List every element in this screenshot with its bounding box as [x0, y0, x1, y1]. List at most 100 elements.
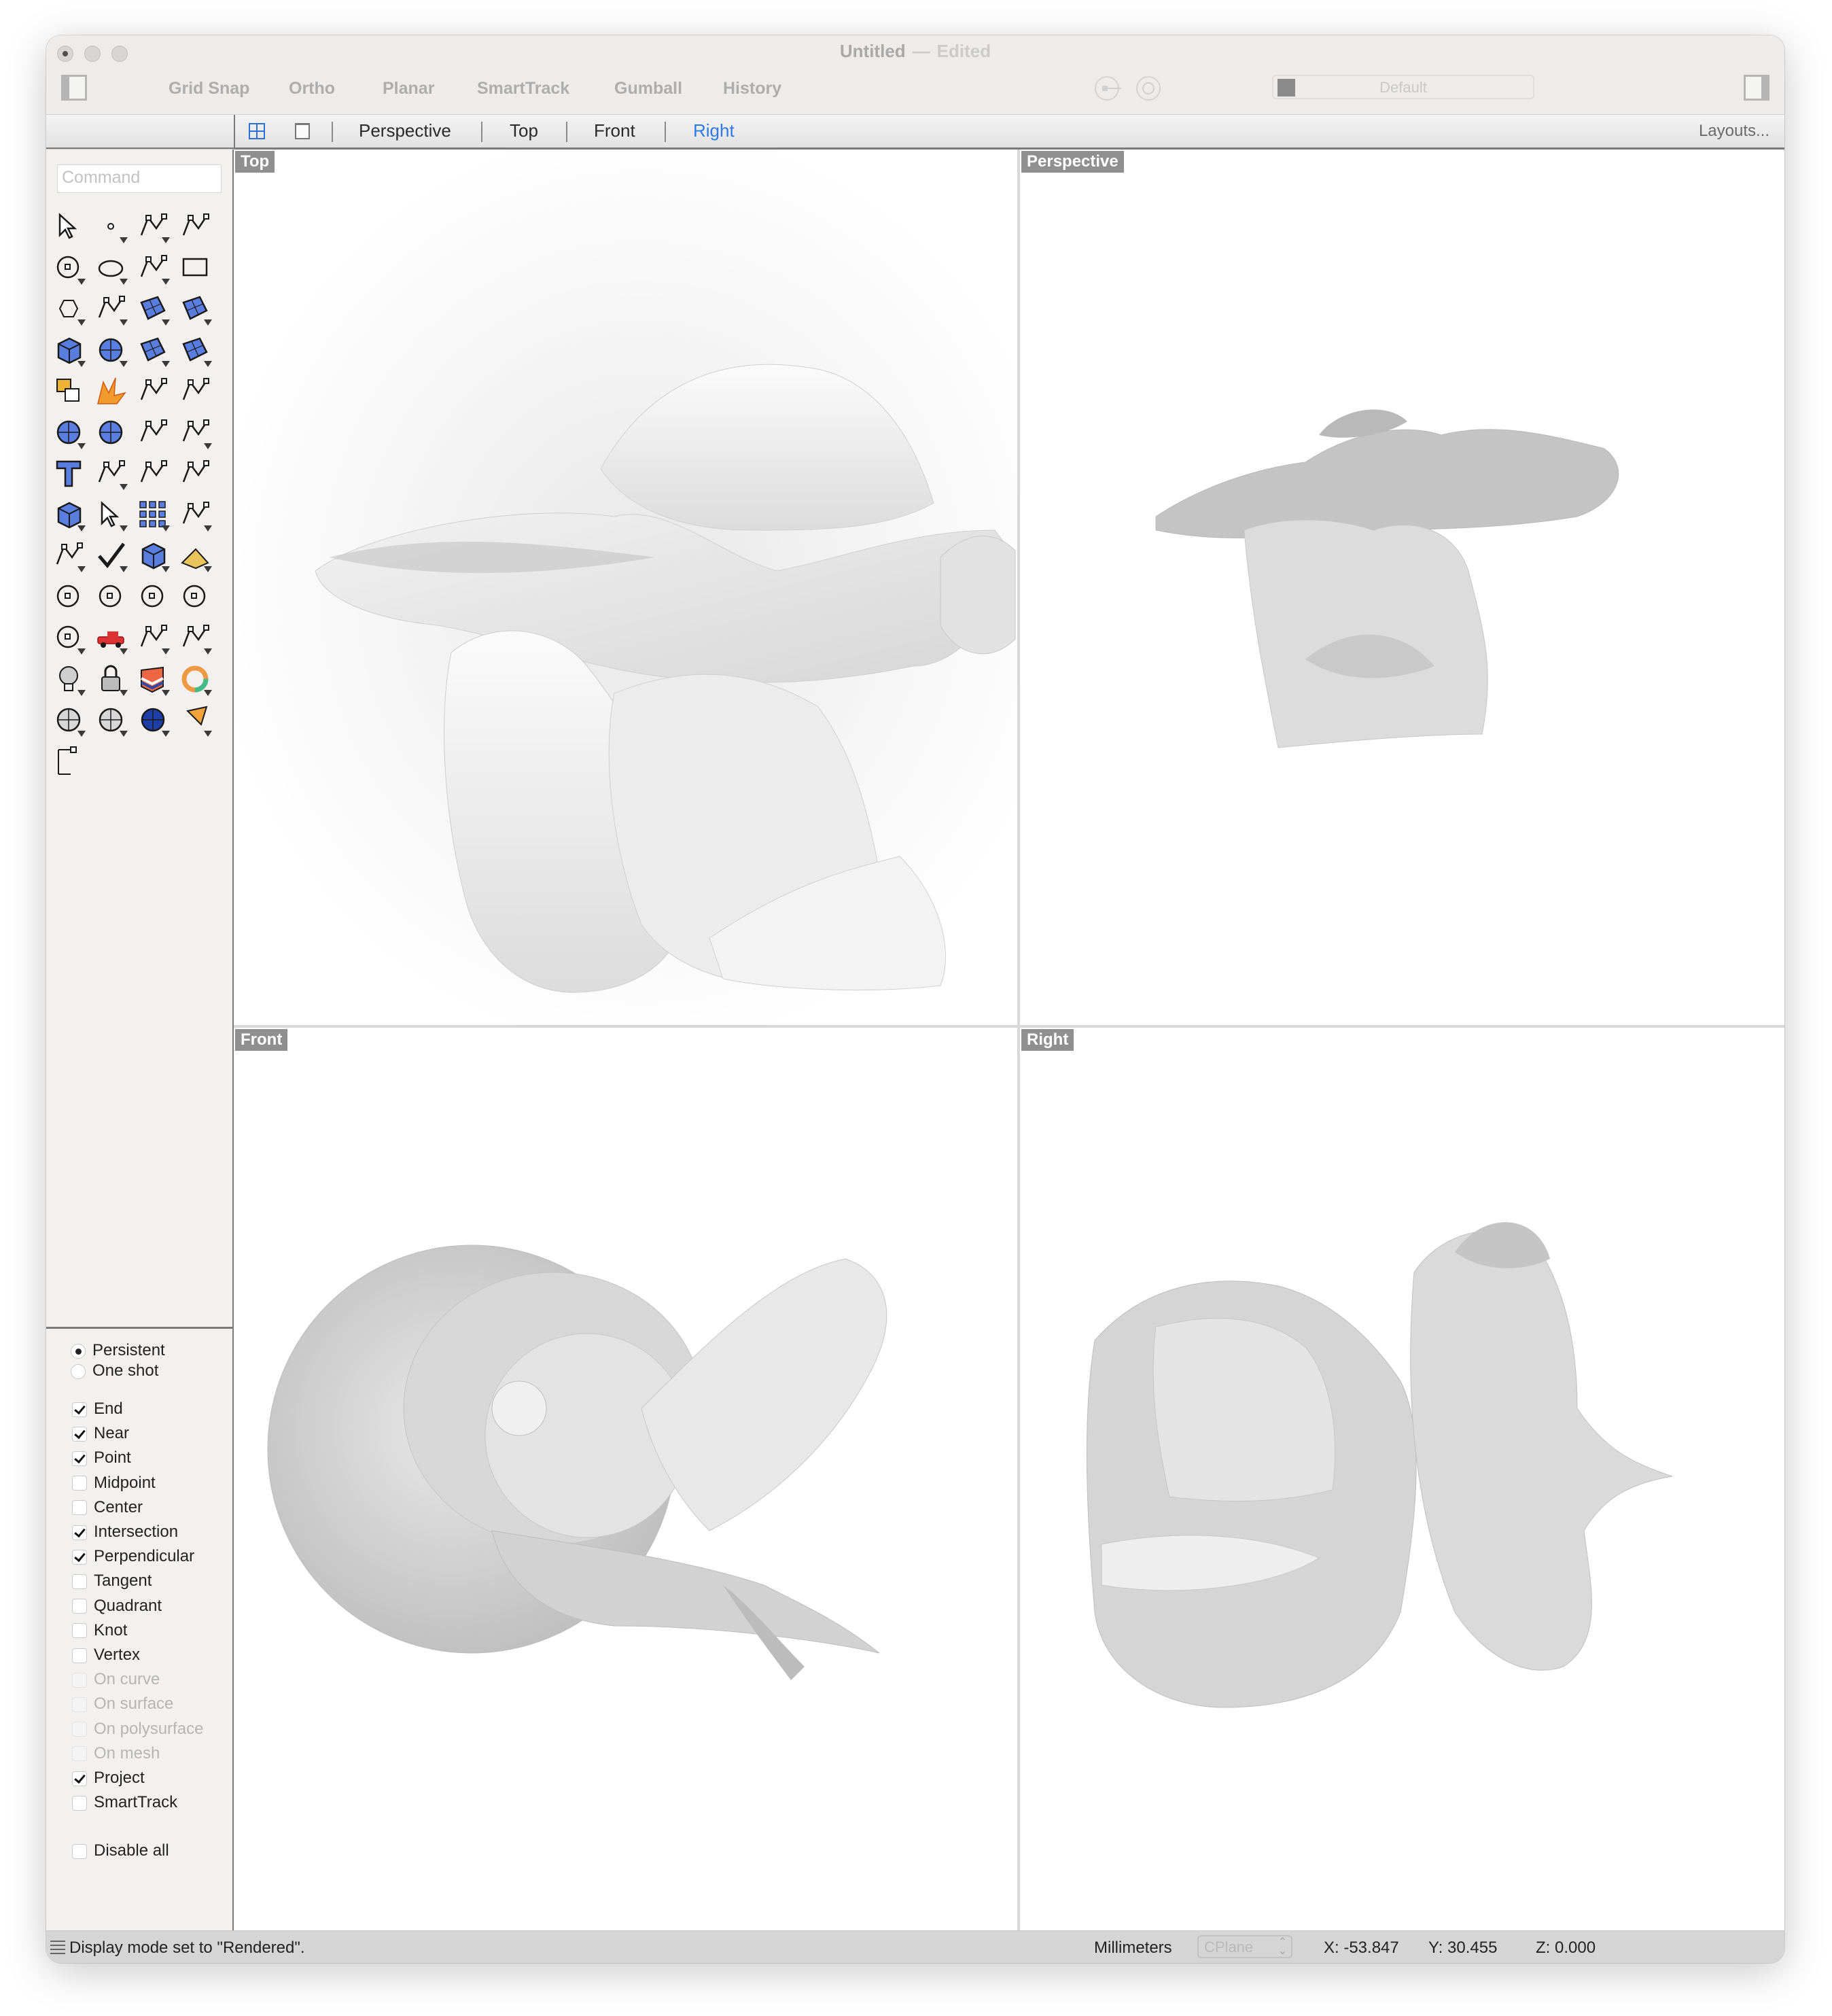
flyout-triangle-icon[interactable]: [120, 525, 128, 532]
cylinder-tube-tool-button[interactable]: [135, 332, 171, 368]
flyout-triangle-icon[interactable]: [204, 360, 212, 367]
osnap-point-checkbox[interactable]: Point: [72, 1448, 131, 1467]
flyout-triangle-icon[interactable]: [77, 442, 86, 449]
spotlight-cone-tool-button[interactable]: [177, 701, 213, 738]
text-tool-button[interactable]: [50, 455, 87, 491]
osnap-intersection-checkbox[interactable]: Intersection: [72, 1523, 178, 1542]
lock-tool-button[interactable]: [92, 661, 129, 697]
polygon-tool-button[interactable]: [50, 290, 87, 327]
flyout-triangle-icon[interactable]: [204, 566, 212, 572]
solid-cap-tool-button[interactable]: [50, 496, 87, 533]
right-sidebar-toggle-icon[interactable]: [1744, 75, 1769, 101]
circle-tool-button[interactable]: [50, 249, 87, 286]
cplane-grid-tool-button[interactable]: [135, 619, 171, 656]
grid-snap-toggle[interactable]: Grid Snap: [169, 79, 249, 99]
flyout-triangle-icon[interactable]: [162, 525, 170, 532]
gumball-toggle[interactable]: Gumball: [614, 79, 682, 99]
viewport-front[interactable]: Front: [234, 1028, 1017, 1930]
flyout-triangle-icon[interactable]: [162, 319, 170, 326]
flyout-triangle-icon[interactable]: [120, 566, 128, 572]
osnap-one-shot-radio[interactable]: One shot: [71, 1361, 158, 1380]
shaded-sphere-tool-button[interactable]: [50, 701, 87, 738]
flyout-triangle-icon[interactable]: [120, 319, 128, 326]
zoom-selected-tool-button[interactable]: [177, 578, 213, 615]
primitives-tool-button[interactable]: [135, 537, 171, 574]
tab-front[interactable]: Front: [594, 120, 635, 141]
rebuild-curve-tool-button[interactable]: [135, 414, 171, 451]
flyout-triangle-icon[interactable]: [162, 566, 170, 572]
group-tool-button[interactable]: [92, 414, 129, 451]
trim-tool-button[interactable]: [135, 372, 171, 409]
layouts-button[interactable]: Layouts...: [1699, 122, 1769, 141]
osnap-near-checkbox[interactable]: Near: [72, 1424, 129, 1443]
smarttrack-toggle[interactable]: SmartTrack: [477, 79, 569, 99]
osnap-vertex-checkbox[interactable]: Vertex: [72, 1646, 140, 1665]
four-viewport-layout-icon[interactable]: [249, 123, 265, 139]
array-tool-button[interactable]: [135, 496, 171, 533]
flyout-triangle-icon[interactable]: [120, 360, 128, 367]
flyout-triangle-icon[interactable]: [162, 360, 170, 367]
flyout-triangle-icon[interactable]: [204, 442, 212, 449]
zoom-window-tool-button[interactable]: [92, 578, 129, 615]
flyout-triangle-icon[interactable]: [162, 731, 170, 737]
flyout-triangle-icon[interactable]: [77, 689, 86, 696]
polyline-tool-button[interactable]: [135, 208, 171, 245]
split-tool-button[interactable]: [177, 372, 213, 409]
select-arrow-tool-button[interactable]: [50, 208, 87, 245]
osnap-quadrant-checkbox[interactable]: Quadrant: [72, 1597, 162, 1616]
rotate-tool-button[interactable]: [177, 455, 213, 491]
viewport-perspective[interactable]: Perspective: [1020, 150, 1784, 1025]
flyout-triangle-icon[interactable]: [204, 319, 212, 326]
zoom-extents-tool-button[interactable]: [135, 578, 171, 615]
tab-top[interactable]: Top: [510, 120, 538, 141]
ortho-toggle[interactable]: Ortho: [289, 79, 335, 99]
tab-right[interactable]: Right: [693, 120, 735, 141]
mesh-surface-tool-button[interactable]: [177, 332, 213, 368]
flyout-triangle-icon[interactable]: [120, 237, 128, 243]
layer-selector[interactable]: Default: [1272, 75, 1534, 99]
light-bulb-tool-button[interactable]: [50, 661, 87, 697]
surface-extrude-tool-button[interactable]: [177, 290, 213, 327]
surface-corners-tool-button[interactable]: [135, 290, 171, 327]
osnap-smarttrack-checkbox[interactable]: SmartTrack: [72, 1793, 177, 1812]
flyout-triangle-icon[interactable]: [77, 648, 86, 655]
dimension-tool-button[interactable]: [50, 743, 87, 780]
osnap-perpendicular-checkbox[interactable]: Perpendicular: [72, 1547, 194, 1566]
move-tool-button[interactable]: [92, 455, 129, 491]
flyout-triangle-icon[interactable]: [120, 731, 128, 737]
flyout-triangle-icon[interactable]: [204, 648, 212, 655]
command-input[interactable]: Command: [57, 164, 222, 193]
layer-stack-tool-button[interactable]: [135, 661, 171, 697]
viewport-label-perspective[interactable]: Perspective: [1021, 151, 1124, 173]
cplane-selector[interactable]: CPlane ⌃ ⌄: [1197, 1935, 1292, 1958]
record-history-icon[interactable]: [1095, 76, 1121, 101]
copy-tool-button[interactable]: [135, 455, 171, 491]
flyout-triangle-icon[interactable]: [162, 689, 170, 696]
osnap-project-checkbox[interactable]: Project: [72, 1769, 145, 1788]
flyout-triangle-icon[interactable]: [204, 731, 212, 737]
history-toggle[interactable]: History: [723, 79, 781, 99]
analyze-pyramid-tool-button[interactable]: [177, 537, 213, 574]
single-viewport-layout-icon[interactable]: [295, 123, 310, 139]
osnap-persistent-radio[interactable]: Persistent: [71, 1341, 165, 1360]
car-walkabout-tool-button[interactable]: [92, 619, 129, 656]
flyout-triangle-icon[interactable]: [77, 566, 86, 572]
command-history-menu-icon[interactable]: [50, 1941, 65, 1954]
flyout-triangle-icon[interactable]: [162, 648, 170, 655]
rectangle-tool-button[interactable]: [177, 249, 213, 286]
flyout-triangle-icon[interactable]: [162, 278, 170, 285]
curve-tool-button[interactable]: [177, 208, 213, 245]
mirror-tool-button[interactable]: [177, 496, 213, 533]
extrude-arrows-tool-button[interactable]: [92, 496, 129, 533]
left-sidebar-toggle-icon[interactable]: [61, 75, 87, 101]
viewport-label-right[interactable]: Right: [1021, 1029, 1074, 1051]
flyout-triangle-icon[interactable]: [77, 731, 86, 737]
disable-all-checkbox[interactable]: Disable all: [72, 1841, 169, 1860]
rendered-sphere-tool-button[interactable]: [135, 701, 171, 738]
flyout-triangle-icon[interactable]: [204, 689, 212, 696]
flyout-triangle-icon[interactable]: [204, 525, 212, 532]
zoom-in-out-tool-button[interactable]: [50, 578, 87, 615]
units-label[interactable]: Millimeters: [1094, 1939, 1172, 1958]
ellipse-tool-button[interactable]: [92, 249, 129, 286]
flyout-triangle-icon[interactable]: [120, 689, 128, 696]
